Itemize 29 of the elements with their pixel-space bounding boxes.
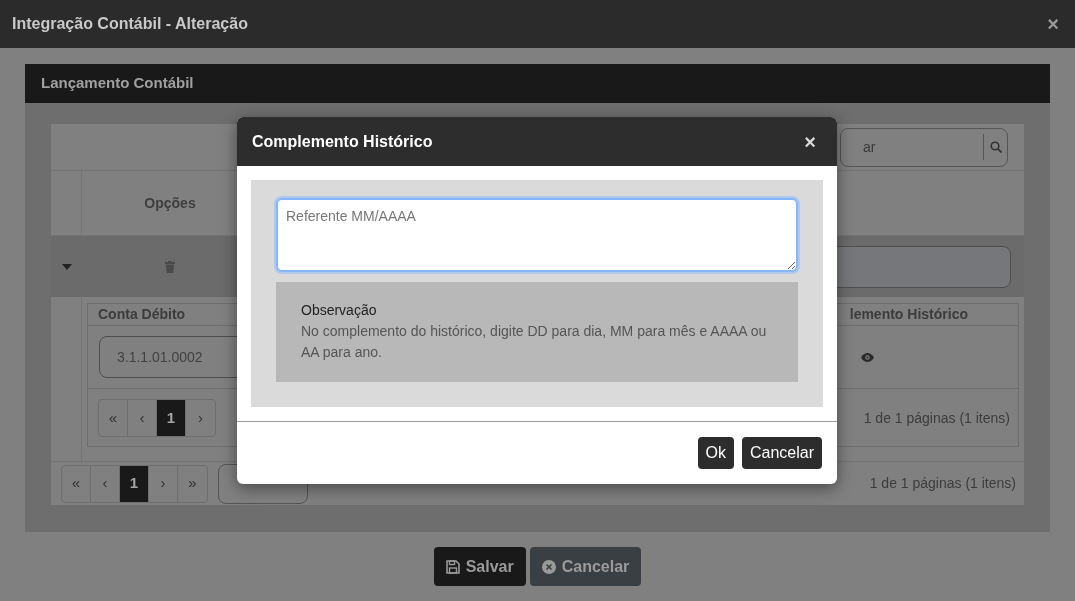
page-summary: 1 de 1 páginas (1 itens) <box>869 474 1016 493</box>
first-page-button[interactable]: « <box>62 465 91 502</box>
page-summary: 1 de 1 páginas (1 itens) <box>863 408 1010 428</box>
trash-icon[interactable] <box>165 260 175 273</box>
note-title: Observação <box>301 301 378 320</box>
next-page-button[interactable]: › <box>186 400 215 436</box>
column-header: lemento Histórico <box>849 305 968 324</box>
dialog-title: Complemento Histórico <box>252 131 433 152</box>
save-button[interactable]: Salvar <box>433 547 526 586</box>
last-page-button[interactable]: » <box>178 465 207 502</box>
search-icon[interactable] <box>989 140 1002 153</box>
column-header: Opções <box>143 193 197 213</box>
window-title: Integração Contábil - Alteração <box>12 14 248 34</box>
column-header: Conta Débito <box>98 305 186 324</box>
panel-title: Lançamento Contábil <box>41 73 194 94</box>
eye-icon[interactable] <box>861 352 874 362</box>
close-button[interactable]: × <box>1043 9 1063 39</box>
search-field[interactable]: ar <box>840 127 1008 167</box>
next-page-button[interactable]: › <box>149 465 178 502</box>
ok-button[interactable]: Ok <box>697 437 734 469</box>
cancel-button[interactable]: Cancelar <box>741 437 822 469</box>
caret-down-icon[interactable] <box>61 263 72 270</box>
note-text: No complemento do histórico, digite DD para dia, MM para mês e AAAA ou AA para ano. <box>301 322 768 362</box>
close-button[interactable]: × <box>798 126 822 157</box>
x-circle-icon <box>541 559 556 574</box>
first-page-button[interactable]: « <box>99 400 128 436</box>
text-area-field[interactable]: Referente MM/AAAA <box>276 198 798 272</box>
page-button[interactable]: 1 <box>120 465 149 502</box>
page-button[interactable]: 1 <box>157 400 186 436</box>
